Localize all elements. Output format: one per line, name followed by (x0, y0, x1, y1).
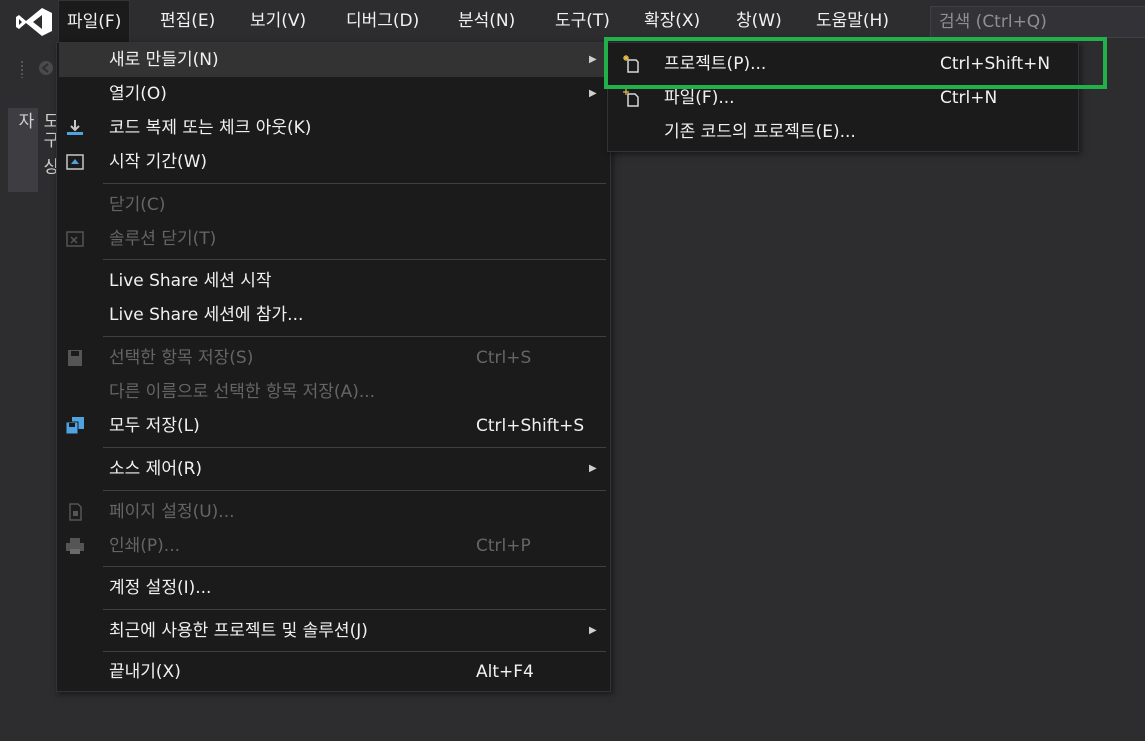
menu-item-shortcut: Ctrl+Shift+S (476, 416, 585, 436)
download-icon (67, 120, 83, 135)
page-setup-icon (69, 503, 82, 521)
menu-item-label: 최근에 사용한 프로젝트 및 솔루션(J) (109, 621, 368, 641)
menu-item-label: 끝내기(X) (109, 662, 181, 682)
submenu-arrow-icon: ▶ (589, 625, 597, 636)
menu-item-new[interactable]: 새로 만들기(N) ▶ (59, 43, 608, 77)
menu-item-label: 모두 저장(L) (109, 416, 200, 436)
close-solution-icon (66, 231, 84, 247)
menu-item-close-solution[interactable]: 솔루션 닫기(T) (59, 222, 608, 256)
file-menu: 새로 만들기(N) ▶ 열기(O) ▶ 코드 복제 또는 체크 아웃(K) 시작… (56, 42, 611, 692)
submenu-arrow-icon: ▶ (589, 54, 597, 65)
search-input[interactable]: 검색 (Ctrl+Q) (930, 6, 1145, 38)
new-file-icon (623, 89, 639, 107)
menu-item-account-settings[interactable]: 계정 설정(I)... (59, 571, 608, 605)
menu-item-label: 다른 이름으로 선택한 항목 저장(A)... (109, 382, 376, 402)
menu-item-source-control[interactable]: 소스 제어(R) ▶ (59, 452, 608, 486)
toolbox-tab[interactable]: 도구 상자 (8, 108, 59, 192)
menu-item-label: 소스 제어(R) (109, 459, 203, 479)
menu-item-save-selected[interactable]: 선택한 항목 저장(S) Ctrl+S (59, 341, 608, 375)
submenu-item-project-from-existing-code[interactable]: 기존 코드의 프로젝트(E)... (610, 115, 1076, 149)
toolbox-tab-label: 도구 상자 (14, 112, 59, 177)
menu-separator (103, 336, 606, 337)
menu-window[interactable]: 창(W) (728, 0, 790, 42)
menu-tools[interactable]: 도구(T) (547, 0, 618, 42)
submenu-item-label: 기존 코드의 프로젝트(E)... (664, 122, 856, 142)
menu-item-save-as[interactable]: 다른 이름으로 선택한 항목 저장(A)... (59, 375, 608, 409)
menu-item-exit[interactable]: 끝내기(X) Alt+F4 (59, 655, 608, 689)
menu-separator (103, 651, 606, 652)
menu-view[interactable]: 보기(V) (242, 0, 314, 42)
menu-item-label: 코드 복제 또는 체크 아웃(K) (109, 118, 312, 138)
menu-item-label: 새로 만들기(N) (109, 50, 219, 70)
highlight-annotation (604, 37, 1107, 89)
menu-separator (103, 490, 606, 491)
menu-item-shortcut: Alt+F4 (476, 662, 534, 682)
menu-item-shortcut: Ctrl+P (476, 536, 531, 556)
menu-item-label: 열기(O) (109, 84, 167, 104)
menu-analyze[interactable]: 분석(N) (450, 0, 523, 42)
menu-item-label: 선택한 항목 저장(S) (109, 348, 254, 368)
menu-extensions[interactable]: 확장(X) (636, 0, 708, 42)
menu-item-open[interactable]: 열기(O) ▶ (59, 77, 608, 111)
menu-separator (103, 183, 606, 184)
menu-item-clone[interactable]: 코드 복제 또는 체크 아웃(K) (59, 111, 608, 145)
menu-item-print[interactable]: 인쇄(P)... Ctrl+P (59, 529, 608, 563)
menu-item-page-setup[interactable]: 페이지 설정(U)... (59, 495, 608, 529)
visual-studio-logo-icon (16, 8, 52, 36)
menu-item-label: 시작 기간(W) (109, 152, 208, 172)
back-arrow-icon[interactable] (38, 60, 54, 76)
menu-item-label: 계정 설정(I)... (109, 578, 212, 598)
menu-item-label: 인쇄(P)... (109, 536, 181, 556)
menu-item-shortcut: Ctrl+S (476, 348, 532, 368)
start-window-icon (66, 154, 84, 170)
save-icon (68, 350, 82, 366)
menu-edit[interactable]: 편집(E) (152, 0, 223, 42)
menu-item-start-window[interactable]: 시작 기간(W) (59, 145, 608, 179)
menu-item-live-share-join[interactable]: Live Share 세션에 참가... (59, 298, 608, 332)
menu-separator (103, 447, 606, 448)
menu-item-close[interactable]: 닫기(C) (59, 188, 608, 222)
menu-item-label: 페이지 설정(U)... (109, 502, 235, 522)
menu-item-recent-projects[interactable]: 최근에 사용한 프로젝트 및 솔루션(J) ▶ (59, 614, 608, 648)
menu-file[interactable]: 파일(F) (58, 0, 131, 42)
menu-item-save-all[interactable]: 모두 저장(L) Ctrl+Shift+S (59, 409, 608, 443)
menu-item-label: 닫기(C) (109, 195, 166, 215)
submenu-arrow-icon: ▶ (589, 463, 597, 474)
toolbar-grip[interactable] (20, 60, 24, 78)
submenu-arrow-icon: ▶ (589, 88, 597, 99)
menu-item-label: Live Share 세션 시작 (109, 271, 272, 291)
menu-separator (103, 259, 606, 260)
menu-item-label: 솔루션 닫기(T) (109, 229, 217, 249)
menu-item-live-share-start[interactable]: Live Share 세션 시작 (59, 264, 608, 298)
save-all-icon (65, 417, 84, 435)
menu-bar: 파일(F) 편집(E) 보기(V) 디버그(D) 분석(N) 도구(T) 확장(… (0, 0, 1145, 42)
menu-debug[interactable]: 디버그(D) (338, 0, 427, 42)
menu-item-label: Live Share 세션에 참가... (109, 305, 304, 325)
menu-separator (103, 609, 606, 610)
menu-separator (103, 566, 606, 567)
menu-help[interactable]: 도움말(H) (808, 0, 897, 42)
printer-icon (66, 538, 84, 554)
